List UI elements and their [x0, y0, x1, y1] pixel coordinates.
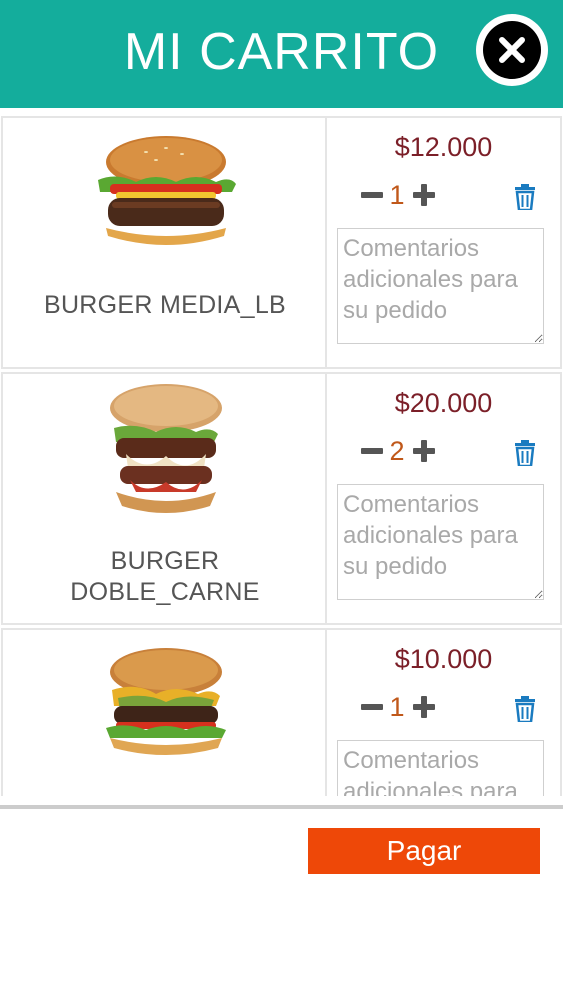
cart-item: BURGER MEDIA_LB $12.000 1	[0, 114, 563, 370]
cart-item-info: BURGER MEDIA_LB	[1, 116, 327, 369]
plus-icon[interactable]	[413, 696, 435, 718]
burger-image	[110, 384, 222, 513]
minus-icon[interactable]	[361, 184, 383, 206]
plus-icon[interactable]	[413, 440, 435, 462]
cart-item: BURGER DOBLE_CARNE $20.000 2	[0, 370, 563, 626]
cart-item-controls: $10.000 1	[327, 628, 562, 796]
minus-icon[interactable]	[361, 440, 383, 462]
burger-image	[106, 648, 226, 755]
product-price: $20.000	[394, 388, 493, 418]
pay-button[interactable]: Pagar	[308, 828, 540, 874]
trash-icon[interactable]	[513, 440, 537, 466]
comment-field[interactable]	[337, 228, 544, 344]
close-icon	[483, 21, 541, 79]
burger-image	[98, 136, 236, 245]
cart-item-controls: $20.000 2	[327, 372, 562, 625]
cart-item-controls: $12.000 1	[327, 116, 562, 369]
quantity-value: 1	[389, 180, 405, 210]
cart-item-info: BURGER DOBLE_CARNE	[1, 372, 327, 625]
product-price: $12.000	[394, 132, 493, 162]
quantity-value: 1	[389, 692, 405, 722]
product-price: $10.000	[394, 644, 493, 674]
comment-field[interactable]	[337, 740, 544, 796]
trash-icon[interactable]	[513, 696, 537, 722]
app-header: MI CARRITO	[0, 0, 563, 108]
cart-list[interactable]: BURGER MEDIA_LB $12.000 1 Comentarios ad…	[0, 114, 563, 796]
close-button[interactable]	[476, 14, 548, 86]
cart-item-info	[1, 628, 327, 796]
product-name: BURGER MEDIA_LB	[43, 291, 287, 319]
cart-item: $10.000 1	[0, 626, 563, 796]
minus-icon[interactable]	[361, 696, 383, 718]
quantity-value: 2	[389, 436, 405, 466]
comment-field[interactable]	[337, 484, 544, 600]
product-name: BURGER DOBLE_CARNE	[70, 547, 260, 606]
plus-icon[interactable]	[413, 184, 435, 206]
trash-icon[interactable]	[513, 184, 537, 210]
footer-divider	[0, 805, 563, 809]
